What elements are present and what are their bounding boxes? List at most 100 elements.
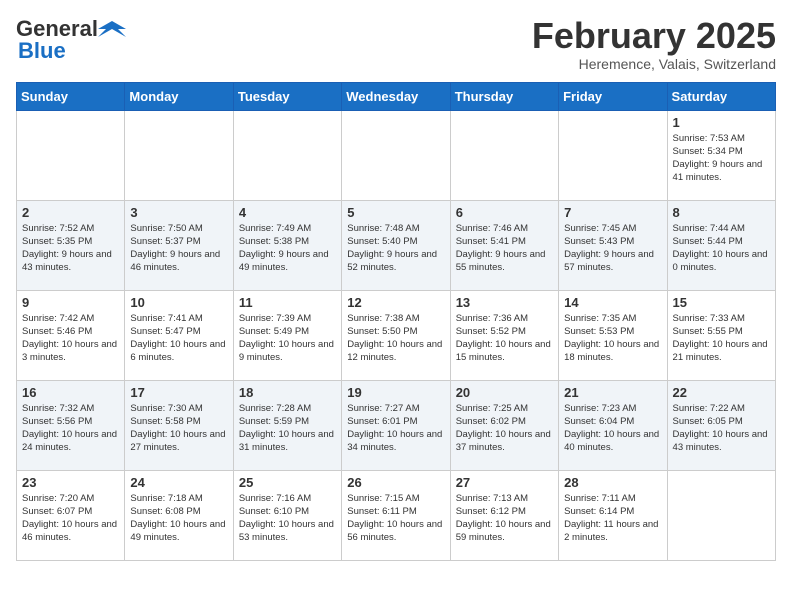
table-row	[559, 110, 667, 200]
table-row: 8Sunrise: 7:44 AM Sunset: 5:44 PM Daylig…	[667, 200, 775, 290]
calendar-week-row: 9Sunrise: 7:42 AM Sunset: 5:46 PM Daylig…	[17, 290, 776, 380]
day-info: Sunrise: 7:15 AM Sunset: 6:11 PM Dayligh…	[347, 492, 444, 545]
calendar-header-row: Sunday Monday Tuesday Wednesday Thursday…	[17, 82, 776, 110]
calendar-week-row: 23 Sunrise: 7:20 AM Sunset: 6:07 PM Dayli…	[17, 470, 776, 560]
day-info: Sunrise: 7:41 AM Sunset: 5:47 PM Dayligh…	[130, 312, 227, 365]
col-tuesday: Tuesday	[233, 82, 341, 110]
table-row: 7 Sunrise: 7:45 AM Sunset: 5:43 PM Daylig…	[559, 200, 667, 290]
calendar-week-row: 1Sunrise: 7:53 AM Sunset: 5:34 PM Daylig…	[17, 110, 776, 200]
table-row: 23 Sunrise: 7:20 AM Sunset: 6:07 PM Dayli…	[17, 470, 125, 560]
table-row: 24 Sunrise: 7:18 AM Sunset: 6:08 PM Dayli…	[125, 470, 233, 560]
col-saturday: Saturday	[667, 82, 775, 110]
day-info: Sunrise: 7:13 AM Sunset: 6:12 PM Dayligh…	[456, 492, 553, 545]
title-section: February 2025 Heremence, Valais, Switzer…	[532, 16, 776, 72]
day-info: Sunrise: 7:32 AM Sunset: 5:56 PM Dayligh…	[22, 402, 119, 455]
table-row: 19 Sunrise: 7:27 AM Sunset: 6:01 PM Dayli…	[342, 380, 450, 470]
day-number: 7	[564, 205, 661, 220]
day-info: Sunrise: 7:46 AM Sunset: 5:41 PM Dayligh…	[456, 222, 553, 275]
table-row: 17 Sunrise: 7:30 AM Sunset: 5:58 PM Dayli…	[125, 380, 233, 470]
day-info: Sunrise: 7:18 AM Sunset: 6:08 PM Dayligh…	[130, 492, 227, 545]
day-number: 9	[22, 295, 119, 310]
day-number: 12	[347, 295, 444, 310]
day-number: 1	[673, 115, 770, 130]
day-number: 21	[564, 385, 661, 400]
day-number: 5	[347, 205, 444, 220]
day-info: Sunrise: 7:22 AM Sunset: 6:05 PM Dayligh…	[673, 402, 770, 455]
day-number: 28	[564, 475, 661, 490]
day-info: Sunrise: 7:23 AM Sunset: 6:04 PM Dayligh…	[564, 402, 661, 455]
day-number: 4	[239, 205, 336, 220]
table-row	[450, 110, 558, 200]
table-row	[342, 110, 450, 200]
table-row: 10 Sunrise: 7:41 AM Sunset: 5:47 PM Dayli…	[125, 290, 233, 380]
day-info: Sunrise: 7:30 AM Sunset: 5:58 PM Dayligh…	[130, 402, 227, 455]
day-info: Sunrise: 7:45 AM Sunset: 5:43 PM Dayligh…	[564, 222, 661, 275]
day-number: 15	[673, 295, 770, 310]
table-row: 9Sunrise: 7:42 AM Sunset: 5:46 PM Daylig…	[17, 290, 125, 380]
day-number: 3	[130, 205, 227, 220]
day-info: Sunrise: 7:25 AM Sunset: 6:02 PM Dayligh…	[456, 402, 553, 455]
day-number: 17	[130, 385, 227, 400]
calendar-week-row: 2 Sunrise: 7:52 AM Sunset: 5:35 PM Daylig…	[17, 200, 776, 290]
day-number: 24	[130, 475, 227, 490]
table-row: 1Sunrise: 7:53 AM Sunset: 5:34 PM Daylig…	[667, 110, 775, 200]
day-info: Sunrise: 7:48 AM Sunset: 5:40 PM Dayligh…	[347, 222, 444, 275]
day-number: 27	[456, 475, 553, 490]
day-info: Sunrise: 7:52 AM Sunset: 5:35 PM Dayligh…	[22, 222, 119, 275]
day-info: Sunrise: 7:27 AM Sunset: 6:01 PM Dayligh…	[347, 402, 444, 455]
day-number: 10	[130, 295, 227, 310]
day-info: Sunrise: 7:39 AM Sunset: 5:49 PM Dayligh…	[239, 312, 336, 365]
day-number: 16	[22, 385, 119, 400]
day-info: Sunrise: 7:44 AM Sunset: 5:44 PM Dayligh…	[673, 222, 770, 275]
table-row: 27 Sunrise: 7:13 AM Sunset: 6:12 PM Dayli…	[450, 470, 558, 560]
table-row: 12Sunrise: 7:38 AM Sunset: 5:50 PM Dayli…	[342, 290, 450, 380]
col-thursday: Thursday	[450, 82, 558, 110]
col-sunday: Sunday	[17, 82, 125, 110]
table-row: 3 Sunrise: 7:50 AM Sunset: 5:37 PM Daylig…	[125, 200, 233, 290]
table-row	[667, 470, 775, 560]
table-row: 5 Sunrise: 7:48 AM Sunset: 5:40 PM Daylig…	[342, 200, 450, 290]
day-info: Sunrise: 7:33 AM Sunset: 5:55 PM Dayligh…	[673, 312, 770, 365]
table-row	[125, 110, 233, 200]
day-number: 13	[456, 295, 553, 310]
day-number: 14	[564, 295, 661, 310]
day-info: Sunrise: 7:49 AM Sunset: 5:38 PM Dayligh…	[239, 222, 336, 275]
day-info: Sunrise: 7:28 AM Sunset: 5:59 PM Dayligh…	[239, 402, 336, 455]
table-row: 14Sunrise: 7:35 AM Sunset: 5:53 PM Dayli…	[559, 290, 667, 380]
month-title: February 2025	[532, 16, 776, 56]
col-wednesday: Wednesday	[342, 82, 450, 110]
day-info: Sunrise: 7:20 AM Sunset: 6:07 PM Dayligh…	[22, 492, 119, 545]
table-row: 2 Sunrise: 7:52 AM Sunset: 5:35 PM Daylig…	[17, 200, 125, 290]
calendar-table: Sunday Monday Tuesday Wednesday Thursday…	[16, 82, 776, 561]
table-row: 22 Sunrise: 7:22 AM Sunset: 6:05 PM Dayli…	[667, 380, 775, 470]
calendar-week-row: 16 Sunrise: 7:32 AM Sunset: 5:56 PM Dayli…	[17, 380, 776, 470]
table-row	[233, 110, 341, 200]
page-header: General Blue February 2025 Heremence, Va…	[16, 16, 776, 72]
table-row	[17, 110, 125, 200]
day-info: Sunrise: 7:50 AM Sunset: 5:37 PM Dayligh…	[130, 222, 227, 275]
table-row: 16 Sunrise: 7:32 AM Sunset: 5:56 PM Dayli…	[17, 380, 125, 470]
table-row: 18Sunrise: 7:28 AM Sunset: 5:59 PM Dayli…	[233, 380, 341, 470]
location-text: Heremence, Valais, Switzerland	[532, 56, 776, 72]
day-number: 19	[347, 385, 444, 400]
table-row: 11 Sunrise: 7:39 AM Sunset: 5:49 PM Dayli…	[233, 290, 341, 380]
table-row: 15 Sunrise: 7:33 AM Sunset: 5:55 PM Dayli…	[667, 290, 775, 380]
logo-bird-icon	[98, 19, 126, 39]
day-number: 6	[456, 205, 553, 220]
day-number: 26	[347, 475, 444, 490]
table-row: 6 Sunrise: 7:46 AM Sunset: 5:41 PM Daylig…	[450, 200, 558, 290]
day-number: 23	[22, 475, 119, 490]
day-number: 2	[22, 205, 119, 220]
table-row: 28Sunrise: 7:11 AM Sunset: 6:14 PM Dayli…	[559, 470, 667, 560]
day-number: 25	[239, 475, 336, 490]
day-info: Sunrise: 7:36 AM Sunset: 5:52 PM Dayligh…	[456, 312, 553, 365]
table-row: 4 Sunrise: 7:49 AM Sunset: 5:38 PM Daylig…	[233, 200, 341, 290]
table-row: 21 Sunrise: 7:23 AM Sunset: 6:04 PM Dayli…	[559, 380, 667, 470]
table-row: 20Sunrise: 7:25 AM Sunset: 6:02 PM Dayli…	[450, 380, 558, 470]
day-number: 11	[239, 295, 336, 310]
day-number: 22	[673, 385, 770, 400]
logo-blue-text: Blue	[18, 38, 66, 64]
table-row: 25 Sunrise: 7:16 AM Sunset: 6:10 PM Dayli…	[233, 470, 341, 560]
col-friday: Friday	[559, 82, 667, 110]
day-info: Sunrise: 7:16 AM Sunset: 6:10 PM Dayligh…	[239, 492, 336, 545]
